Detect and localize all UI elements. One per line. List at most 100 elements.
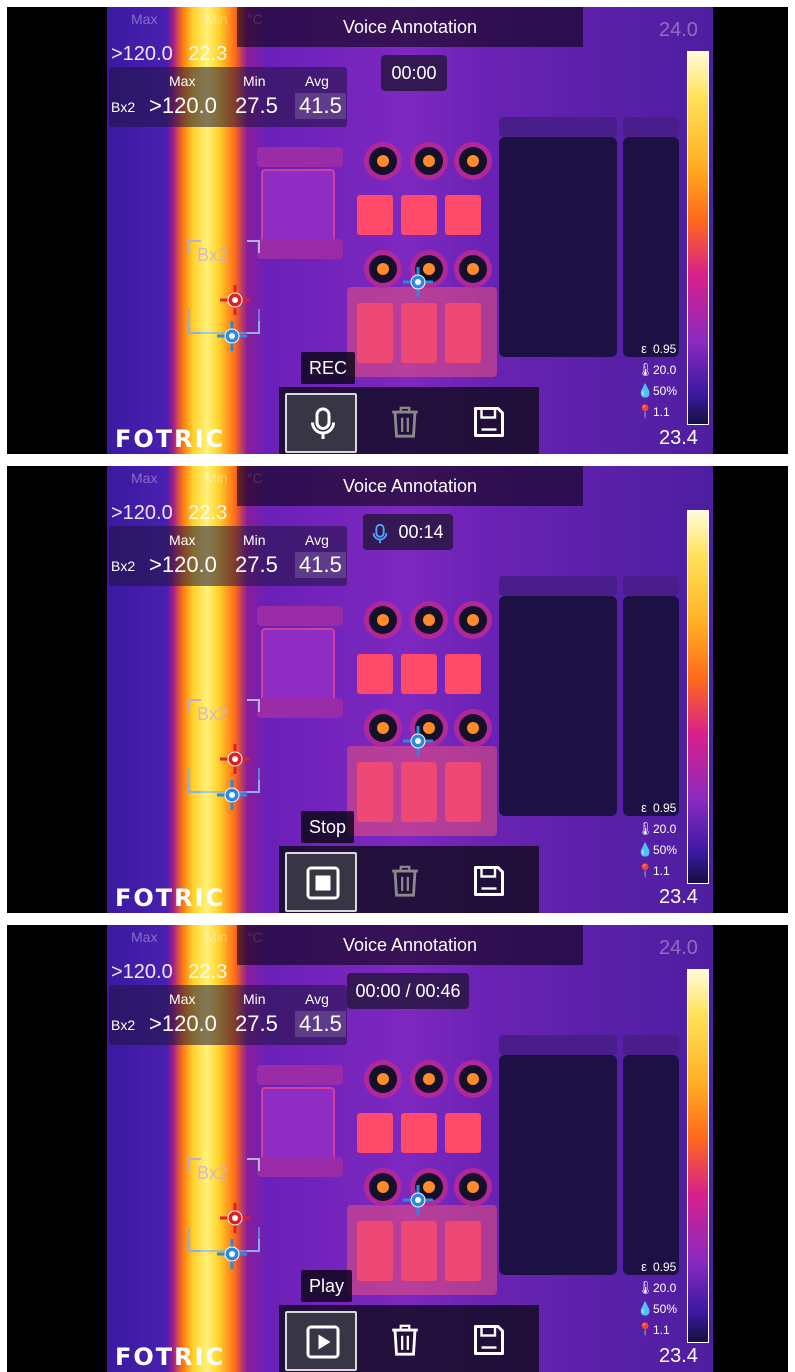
recording-timer: 00:14: [363, 514, 453, 550]
delete-button[interactable]: [369, 393, 441, 453]
measure-min-value: 27.5: [235, 1011, 278, 1036]
scale-min-value: 23.4: [659, 427, 698, 449]
measure-min-value: 27.5: [235, 552, 278, 577]
measure-max-value: >120.0: [149, 552, 217, 577]
terminal-bolt: [369, 714, 397, 742]
terminal-bolt: [369, 606, 397, 634]
measure-max-label: Max: [169, 73, 196, 89]
recording-timer: 00:00 / 00:46: [347, 973, 469, 1009]
terminal-bolt: [459, 255, 487, 283]
ghost-header-max: Max: [131, 11, 158, 27]
save-button[interactable]: [453, 1311, 525, 1371]
humidity-drop-icon: 💧: [637, 842, 654, 857]
play-icon: [305, 1324, 341, 1365]
trash-icon: [388, 863, 422, 904]
measure-min-label: Min: [243, 991, 266, 1007]
brand-logo: FOTRIC: [115, 425, 226, 453]
hot-spot-marker: [220, 744, 250, 774]
humidity-param: 💧50%: [637, 383, 678, 398]
emissivity-param: ε 0.95: [637, 1259, 676, 1274]
thermometer-icon: 🌡: [637, 1280, 654, 1295]
thermal-screen-panel: Max Min °C Voice Annotation >120.0 22.3 …: [7, 925, 788, 1372]
distance-param: 📍1.1: [637, 1322, 670, 1337]
ghost-header-min: Min: [205, 11, 228, 27]
measure-max-label: Max: [169, 532, 196, 548]
trash-icon: [388, 404, 422, 445]
delete-button[interactable]: [369, 1311, 441, 1371]
measure-avg-value: 41.5: [295, 552, 346, 578]
measurement-box-label: Bx2: [197, 704, 229, 724]
trash-icon: [388, 1322, 422, 1363]
terminal-bolt: [369, 1173, 397, 1201]
reflected-temp-param: 🌡20.0: [637, 362, 677, 377]
stop-button[interactable]: [285, 852, 357, 912]
spot-max-value: >120.0: [111, 43, 173, 65]
cold-spot-marker: [217, 1239, 247, 1269]
thermometer-icon: 🌡: [637, 362, 654, 377]
measurement-box-label: Bx2: [197, 1163, 229, 1183]
emissivity-param: ε 0.95: [637, 800, 676, 815]
reflected-temp-param: 🌡20.0: [637, 821, 677, 836]
color-scale-bar: [687, 51, 709, 425]
distance-param: 📍1.1: [637, 404, 670, 419]
measure-avg-label: Avg: [305, 532, 329, 548]
emissivity-icon: ε: [641, 1259, 647, 1274]
page-title: Voice Annotation: [237, 925, 583, 965]
measure-max-value: >120.0: [149, 1011, 217, 1036]
ghost-header-min: Min: [205, 470, 228, 486]
center-spot-marker: [403, 1185, 433, 1215]
humidity-param: 💧50%: [637, 1301, 678, 1316]
spot-readout-row: >120.0 22.3: [111, 961, 227, 984]
measure-area-name: Bx2: [111, 99, 136, 115]
humidity-param: 💧50%: [637, 842, 678, 857]
emissivity-param: ε 0.95: [637, 341, 676, 356]
brand-logo: FOTRIC: [115, 884, 226, 912]
hot-spot-marker: [220, 1203, 250, 1233]
terminal-bolt: [459, 1065, 487, 1093]
distance-param: 📍1.1: [637, 863, 670, 878]
ghost-header-min: Min: [205, 929, 228, 945]
play-button[interactable]: [285, 1311, 357, 1371]
terminal-bolt: [369, 147, 397, 175]
terminal-bolt: [459, 1173, 487, 1201]
terminal-bolt: [415, 606, 443, 634]
terminal-bolt: [459, 714, 487, 742]
microphone-icon: [305, 406, 341, 447]
center-spot-marker: [403, 726, 433, 756]
emissivity-icon: ε: [641, 341, 647, 356]
spot-min-value: 22.3: [188, 43, 228, 65]
measure-max-label: Max: [169, 991, 196, 1007]
thermal-screen-panel: Max Min °C Voice Annotation >120.0 22.3 …: [7, 466, 788, 913]
microphone-icon: [369, 521, 391, 557]
emissivity-icon: ε: [641, 800, 647, 815]
page-title: Voice Annotation: [237, 466, 583, 506]
floppy-disk-icon: [471, 404, 507, 445]
measure-avg-label: Avg: [305, 991, 329, 1007]
save-button[interactable]: [453, 393, 525, 453]
color-scale-bar: [687, 510, 709, 884]
measure-min-value: 27.5: [235, 93, 278, 118]
action-tooltip: Play: [301, 1270, 353, 1302]
center-spot-marker: [403, 267, 433, 297]
measure-area-name: Bx2: [111, 1017, 136, 1033]
spot-min-value: 22.3: [188, 961, 228, 983]
spot-readout-row: >120.0 22.3: [111, 502, 227, 525]
delete-button[interactable]: [369, 852, 441, 912]
color-scale-bar: [687, 969, 709, 1343]
measure-avg-label: Avg: [305, 73, 329, 89]
terminal-bolt: [459, 606, 487, 634]
page-title: Voice Annotation: [237, 7, 583, 47]
measure-max-value: >120.0: [149, 93, 217, 118]
save-button[interactable]: [453, 852, 525, 912]
measure-min-label: Min: [243, 73, 266, 89]
humidity-drop-icon: 💧: [637, 383, 654, 398]
recording-timer: 00:00: [381, 55, 447, 91]
measurement-box-label: Bx2: [197, 245, 229, 265]
thermometer-icon: 🌡: [637, 821, 654, 836]
spot-min-value: 22.3: [188, 502, 228, 524]
measure-min-label: Min: [243, 532, 266, 548]
mic-button[interactable]: [285, 393, 357, 453]
action-tooltip: Stop: [301, 811, 355, 843]
floppy-disk-icon: [471, 1322, 507, 1363]
cold-spot-marker: [217, 321, 247, 351]
